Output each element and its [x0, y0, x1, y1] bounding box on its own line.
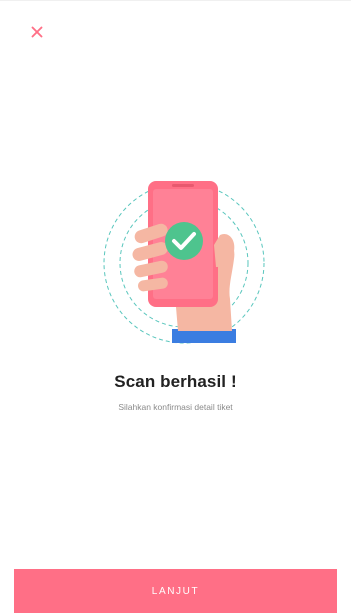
top-divider	[0, 0, 351, 1]
continue-button-label: LANJUT	[151, 585, 200, 597]
page-title: Scan berhasil !	[114, 372, 237, 391]
continue-button[interactable]: LANJUT	[14, 569, 337, 613]
phone-speaker	[172, 184, 194, 187]
sleeve-shape	[172, 329, 236, 343]
close-icon	[31, 26, 43, 38]
check-badge-icon	[165, 222, 203, 260]
page-subtitle: Silahkan konfirmasi detail tiket	[118, 402, 233, 412]
close-button[interactable]	[26, 21, 48, 43]
scan-success-illustration	[103, 181, 265, 344]
